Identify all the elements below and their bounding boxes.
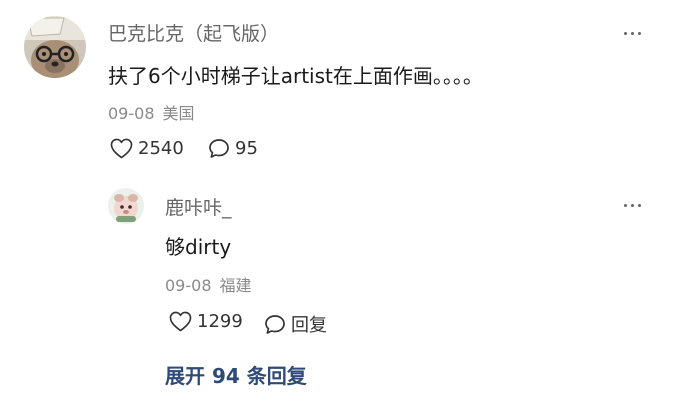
heart-icon [169,311,192,332]
reply-button[interactable]: 回复 [264,311,327,337]
username[interactable]: 鹿咔咔_ [165,193,232,220]
comment-content: 扶了6个小时梯子让artist在上面作画。。。。 [108,64,483,88]
like-count: 2540 [138,138,184,159]
username[interactable]: 巴克比克（起飞版） [108,19,279,46]
chat-bubble-icon [265,314,285,334]
dog-avatar-icon [24,16,86,78]
avatar[interactable] [108,188,144,224]
reply-comment: 鹿咔咔_ 够dirty 09-08 福建 1299 回复 [0,180,682,340]
comment-meta: 09-08 福建 [165,272,252,296]
main-comment: 巴克比克（起飞版） 扶了6个小时梯子让artist在上面作画。。。。 09-08… [0,0,682,180]
more-options-icon[interactable] [624,204,641,207]
expand-replies-link[interactable]: 展开 94 条回复 [165,360,307,389]
comment-location: 美国 [162,104,195,123]
like-count: 1299 [197,311,243,332]
reply-label: 回复 [291,315,327,336]
comment-meta: 09-08 美国 [108,100,195,124]
chat-bubble-icon [209,139,229,158]
like-button[interactable]: 2540 [110,138,184,159]
character-avatar-icon [108,188,144,224]
reply-button[interactable]: 95 [208,138,258,159]
comment-date: 09-08 [165,276,212,295]
more-options-icon[interactable] [624,32,641,35]
comment-location: 福建 [219,276,252,295]
comment-content: 够dirty [165,235,232,259]
heart-icon [110,138,133,159]
avatar[interactable] [24,16,86,78]
reply-count: 95 [235,138,258,159]
like-button[interactable]: 1299 [169,311,243,332]
comment-date: 09-08 [108,104,155,123]
